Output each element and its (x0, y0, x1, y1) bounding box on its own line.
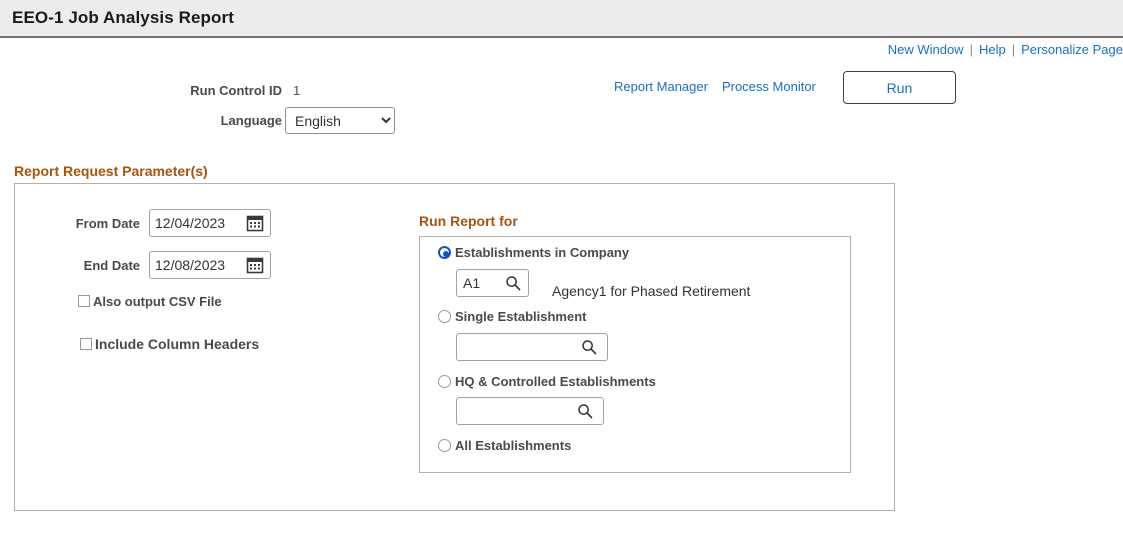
run-report-for-heading: Run Report for (419, 213, 518, 229)
radio-label-single-establishment: Single Establishment (455, 309, 587, 324)
radio-row-single-establishment[interactable]: Single Establishment (438, 309, 586, 324)
from-date-label: From Date (75, 216, 140, 231)
radio-row-establishments-in-company[interactable]: Establishments in Company (438, 245, 629, 260)
radio-all-establishments[interactable] (438, 439, 451, 452)
include-column-headers-row[interactable]: Include Column Headers (80, 336, 259, 352)
radio-row-hq-controlled-establishments[interactable]: HQ & Controlled Establishments (438, 374, 656, 389)
include-column-headers-label: Include Column Headers (95, 336, 260, 352)
search-icon[interactable] (581, 339, 597, 355)
new-window-link[interactable]: New Window (888, 42, 964, 57)
language-select[interactable]: English (285, 107, 395, 134)
also-output-csv-checkbox[interactable] (78, 295, 90, 307)
help-link[interactable]: Help (979, 42, 1006, 57)
radio-single-establishment[interactable] (438, 310, 451, 323)
process-links: Report Manager Process Monitor (614, 79, 816, 94)
end-date-input[interactable] (150, 252, 236, 278)
search-icon[interactable] (505, 275, 521, 291)
run-control-id-label: Run Control ID (190, 83, 282, 98)
company-lookup-input[interactable] (457, 270, 501, 296)
single-establishment-lookup-field[interactable] (456, 333, 608, 361)
search-icon[interactable] (577, 403, 593, 419)
calendar-icon[interactable] (246, 214, 264, 232)
page-header-bar: EEO-1 Job Analysis Report (0, 0, 1123, 38)
hq-establishment-lookup-input[interactable] (457, 398, 579, 424)
utility-links: New Window | Help | Personalize Page (888, 42, 1123, 57)
radio-row-all-establishments[interactable]: All Establishments (438, 438, 571, 453)
report-manager-link[interactable]: Report Manager (614, 79, 708, 94)
company-lookup-field[interactable] (456, 269, 529, 297)
radio-hq-controlled-establishments[interactable] (438, 375, 451, 388)
calendar-icon[interactable] (246, 256, 264, 274)
radio-label-hq-controlled-establishments: HQ & Controlled Establishments (455, 374, 656, 389)
process-monitor-link[interactable]: Process Monitor (722, 79, 816, 94)
end-date-field[interactable] (149, 251, 271, 279)
radio-label-establishments-in-company: Establishments in Company (455, 245, 630, 260)
link-separator-2: | (1011, 42, 1016, 57)
language-label: Language (220, 113, 282, 128)
from-date-field[interactable] (149, 209, 271, 237)
include-column-headers-checkbox[interactable] (80, 338, 92, 350)
hq-establishment-lookup-field[interactable] (456, 397, 604, 425)
report-request-parameters-heading: Report Request Parameter(s) (14, 163, 208, 179)
from-date-input[interactable] (150, 210, 236, 236)
end-date-label: End Date (83, 258, 140, 273)
radio-establishments-in-company[interactable] (438, 246, 451, 259)
personalize-page-link[interactable]: Personalize Page (1021, 42, 1123, 57)
company-description: Agency1 for Phased Retirement (552, 283, 751, 299)
also-output-csv-label: Also output CSV File (93, 294, 222, 309)
run-control-id-value: 1 (293, 83, 301, 98)
also-output-csv-row[interactable]: Also output CSV File (78, 294, 222, 309)
page-title: EEO-1 Job Analysis Report (12, 8, 234, 27)
link-separator-1: | (969, 42, 973, 57)
radio-label-all-establishments: All Establishments (455, 438, 572, 453)
single-establishment-lookup-input[interactable] (457, 334, 582, 360)
run-button[interactable]: Run (843, 71, 956, 104)
